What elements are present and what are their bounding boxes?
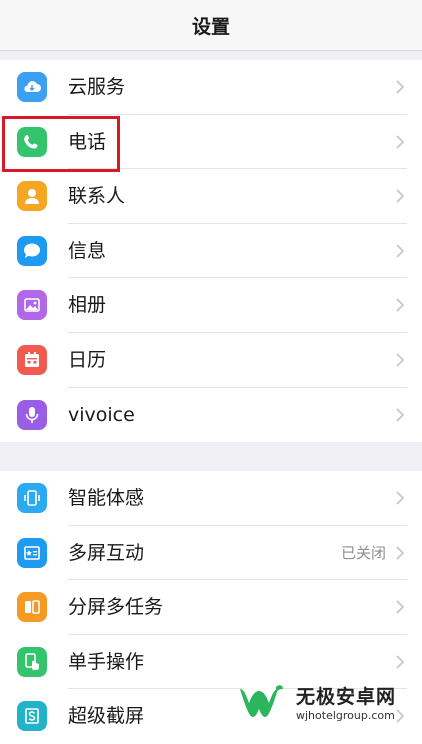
calendar-icon <box>17 344 47 375</box>
header: 设置 <box>0 0 422 51</box>
settings-item-smart-motion[interactable]: 智能体感 <box>0 471 422 526</box>
chevron-right-icon <box>396 407 405 422</box>
split-screen-icon <box>17 592 47 623</box>
settings-item-label: 相册 <box>68 294 107 317</box>
watermark-logo-icon <box>234 683 288 725</box>
watermark: 无极安卓网 wjhotelgroup.com <box>232 674 422 730</box>
settings-item-label: 信息 <box>68 239 107 262</box>
settings-item-label: vivoice <box>68 403 135 426</box>
settings-item-calendar[interactable]: 日历 <box>0 333 422 388</box>
microphone-icon <box>17 399 47 430</box>
settings-item-label: 智能体感 <box>68 487 145 509</box>
chevron-right-icon <box>396 545 405 560</box>
settings-item-split-screen[interactable]: 分屏多任务 <box>0 580 422 635</box>
settings-item-label: 日历 <box>68 348 107 371</box>
highlight-box <box>2 116 120 172</box>
multiscreen-icon <box>17 537 47 568</box>
screenshot-icon <box>17 701 47 732</box>
watermark-title: 无极安卓网 <box>296 686 397 708</box>
settings-item-cloud[interactable]: 云服务 <box>0 60 422 115</box>
settings-item-label: 分屏多任务 <box>68 596 164 619</box>
chevron-right-icon <box>396 298 405 313</box>
status-value: 已关闭 <box>340 543 386 562</box>
message-icon <box>17 235 47 266</box>
one-hand-icon <box>17 646 47 677</box>
chevron-right-icon <box>396 244 405 258</box>
settings-item-messages[interactable]: 信息 <box>0 224 422 279</box>
page-title: 设置 <box>191 15 230 38</box>
contact-icon <box>17 181 47 212</box>
settings-item-album[interactable]: 相册 <box>0 278 422 333</box>
settings-item-label: 单手操作 <box>68 650 145 673</box>
chevron-right-icon <box>396 600 405 614</box>
chevron-right-icon <box>396 655 405 669</box>
watermark-url: wjhotelgroup.com <box>296 709 395 722</box>
chevron-right-icon <box>396 491 405 505</box>
motion-icon <box>17 483 47 513</box>
chevron-right-icon <box>396 353 405 367</box>
settings-item-label: 云服务 <box>68 76 126 98</box>
settings-item-label: 多屏互动 <box>68 541 145 564</box>
album-icon <box>17 290 47 321</box>
settings-item-multiscreen[interactable]: 多屏互动 已关闭 <box>0 526 422 581</box>
chevron-right-icon <box>396 189 405 203</box>
settings-item-label: 超级截屏 <box>68 705 145 728</box>
chevron-right-icon <box>396 134 405 149</box>
cloud-icon <box>17 72 47 102</box>
settings-item-label: 联系人 <box>68 185 126 208</box>
settings-item-vivoice[interactable]: vivoice <box>0 388 422 443</box>
chevron-right-icon <box>396 80 405 94</box>
settings-item-contacts[interactable]: 联系人 <box>0 169 422 224</box>
